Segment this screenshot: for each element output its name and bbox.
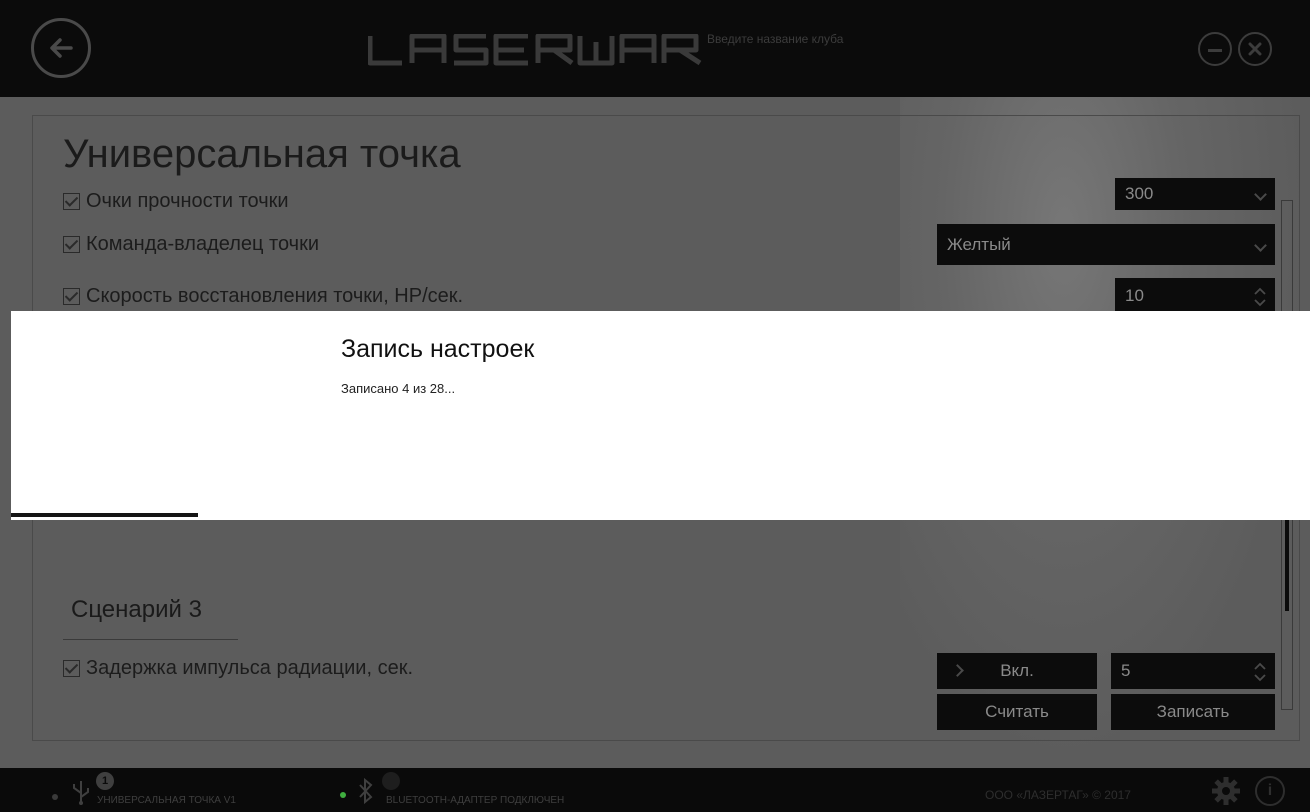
title-bar: Введите название клуба	[0, 0, 1310, 97]
read-button[interactable]: Считать	[937, 694, 1097, 730]
setting-label: Команда-владелец точки	[86, 233, 319, 255]
durability-dropdown[interactable]: 300	[1115, 178, 1275, 210]
page-title: Универсальная точка	[63, 132, 461, 176]
setting-row-durability[interactable]: Очки прочности точки	[63, 190, 289, 213]
updown-arrows-icon[interactable]	[1253, 661, 1267, 683]
section-divider	[63, 639, 238, 640]
write-button[interactable]: Записать	[1111, 694, 1275, 730]
chevron-down-icon	[1254, 238, 1267, 252]
bluetooth-status-dot	[340, 792, 346, 798]
checkbox-icon[interactable]	[63, 660, 80, 677]
close-icon	[1248, 42, 1262, 56]
club-name-input[interactable]: Введите название клуба	[707, 32, 843, 46]
setting-label: Задержка импульса радиации, сек.	[86, 657, 414, 679]
chevron-down-icon	[1254, 188, 1267, 201]
minimize-button[interactable]	[1198, 32, 1232, 66]
device-label: УНИВЕРСАЛЬНАЯ ТОЧКА V1	[97, 795, 236, 806]
checkbox-icon[interactable]	[63, 193, 80, 210]
device-count-badge: 1	[96, 772, 114, 790]
copyright: ООО «ЛАЗЕРТАГ» © 2017	[985, 788, 1131, 802]
chevron-right-icon	[951, 664, 964, 677]
close-button[interactable]	[1238, 32, 1272, 66]
minimize-icon	[1208, 49, 1222, 52]
checkbox-icon[interactable]	[63, 236, 80, 253]
status-bar: 1 УНИВЕРСАЛЬНАЯ ТОЧКА V1 BLUETOOTH-АДАПТ…	[0, 768, 1310, 812]
usb-icon	[73, 781, 89, 805]
dialog-status: Записано 4 из 28...	[341, 381, 456, 396]
info-icon: i	[1267, 782, 1273, 799]
setting-row-owner-team[interactable]: Команда-владелец точки	[63, 233, 319, 256]
bluetooth-icon	[359, 778, 373, 804]
device-status-dot	[52, 794, 58, 800]
setting-label: Очки прочности точки	[86, 190, 289, 212]
laserwar-logo	[367, 33, 704, 71]
writing-settings-dialog: Запись настроек Записано 4 из 28...	[11, 311, 1310, 520]
setting-label: Скорость восстановления точки, HP/сек.	[86, 285, 464, 307]
back-arrow-icon	[50, 38, 73, 58]
info-button[interactable]: i	[1255, 776, 1285, 806]
gear-icon[interactable]	[1211, 776, 1241, 806]
setting-row-radiation-delay[interactable]: Задержка импульса радиации, сек.	[63, 657, 413, 680]
bluetooth-label: BLUETOOTH-АДАПТЕР ПОДКЛЮЧЕН	[386, 795, 565, 806]
back-button[interactable]	[31, 18, 91, 78]
owner-team-dropdown[interactable]: Желтый	[937, 224, 1275, 265]
dialog-title: Запись настроек	[341, 335, 535, 363]
radiation-toggle-button[interactable]: Вкл.	[937, 653, 1097, 689]
recovery-speed-stepper[interactable]: 10	[1115, 278, 1275, 314]
checkbox-icon[interactable]	[63, 288, 80, 305]
updown-arrows-icon[interactable]	[1253, 286, 1267, 308]
progress-bar	[11, 513, 198, 517]
setting-row-recovery-speed[interactable]: Скорость восстановления точки, HP/сек.	[63, 285, 463, 308]
bluetooth-badge	[382, 772, 400, 790]
section-title: Сценарий 3	[71, 596, 202, 623]
radiation-delay-stepper[interactable]: 5	[1111, 653, 1275, 689]
